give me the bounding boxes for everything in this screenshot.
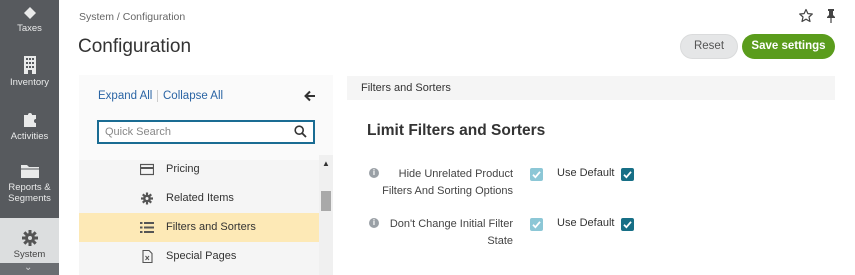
search-icon[interactable] [294,125,307,138]
arrow-left-icon[interactable] [304,90,316,102]
field-label: Hide Unrelated Product Filters And Sorti… [382,168,513,197]
tree-item-label: Related Items [166,192,234,204]
star-icon[interactable] [798,8,814,24]
scroll-up-icon[interactable]: ▲ [322,159,330,168]
field-checkbox[interactable] [530,168,543,181]
nav-item-inventory[interactable]: Inventory [0,56,59,100]
checkmark-icon [623,221,632,229]
pin-icon[interactable] [824,8,838,24]
card-icon [140,163,154,176]
use-default-checkbox[interactable] [621,168,634,181]
field-dont-change-filter-state: i Don't Change Initial Filter State Use … [347,216,835,256]
checkmark-icon [623,171,632,179]
document-icon [142,250,153,263]
tree-toolbar: Expand All Collapse All [79,75,333,160]
puzzle-icon [23,113,36,127]
breadcrumb[interactable]: System / Configuration [79,11,185,23]
field-hide-unrelated: i Hide Unrelated Product Filters And Sor… [347,166,835,206]
nav-item-activities[interactable]: Activities [0,110,59,154]
folder-icon [20,165,39,178]
divider [157,90,158,102]
chevron-down-icon[interactable]: ⌄ [24,262,32,273]
tree-item-related-items[interactable]: Related Items [79,184,319,213]
quick-search-field[interactable] [97,120,315,144]
collapse-all-link[interactable]: Collapse All [163,90,223,102]
nav-label: Reports & [8,182,51,193]
tree-item-label: Pricing [166,163,200,175]
tree-item-filters-and-sorters[interactable]: Filters and Sorters [79,213,319,242]
reset-button[interactable]: Reset [680,34,738,59]
section-title: Limit Filters and Sorters [367,122,546,139]
nav-item-taxes[interactable]: Taxes [0,0,59,44]
tree-item-pricing[interactable]: Pricing [79,155,319,184]
tree-scrollbar[interactable]: ▲ [319,155,333,275]
page-title: Configuration [78,36,192,57]
nav-item-reports[interactable]: Reports & Segments [0,163,59,213]
gear-icon [141,192,153,205]
field-checkbox[interactable] [530,218,543,231]
use-default-label: Use Default [557,167,615,179]
expand-all-link[interactable]: Expand All [98,90,152,102]
use-default-checkbox[interactable] [621,218,634,231]
tree-item-label: Filters and Sorters [166,221,256,233]
checkmark-icon [532,221,541,229]
nav-label: Inventory [9,77,50,88]
use-default-label: Use Default [557,217,615,229]
tree-list: Pricing Related Items Filters and Sorter… [79,155,319,271]
nav-label: Activities [10,131,49,142]
taxes-icon [23,7,36,19]
app-sidebar: Taxes Inventory Activities Reports & Seg… [0,0,59,275]
config-tree-panel: Expand All Collapse All Pricing Related … [79,75,333,275]
inventory-icon [23,56,36,74]
nav-label: Segments [8,193,51,204]
section-header[interactable]: Filters and Sorters [347,76,835,100]
checkmark-icon [532,171,541,179]
field-label: Don't Change Initial Filter State [389,218,513,247]
nav-label: System [13,249,46,260]
quick-search-input[interactable] [99,122,284,142]
nav-item-system[interactable]: System [0,218,59,263]
list-icon [140,222,154,233]
scroll-thumb[interactable] [321,191,331,211]
gear-icon [21,230,38,246]
tree-item-special-pages[interactable]: Special Pages [79,242,319,271]
nav-label: Taxes [17,23,42,34]
save-settings-button[interactable]: Save settings [742,34,835,59]
tree-item-label: Special Pages [166,250,237,262]
